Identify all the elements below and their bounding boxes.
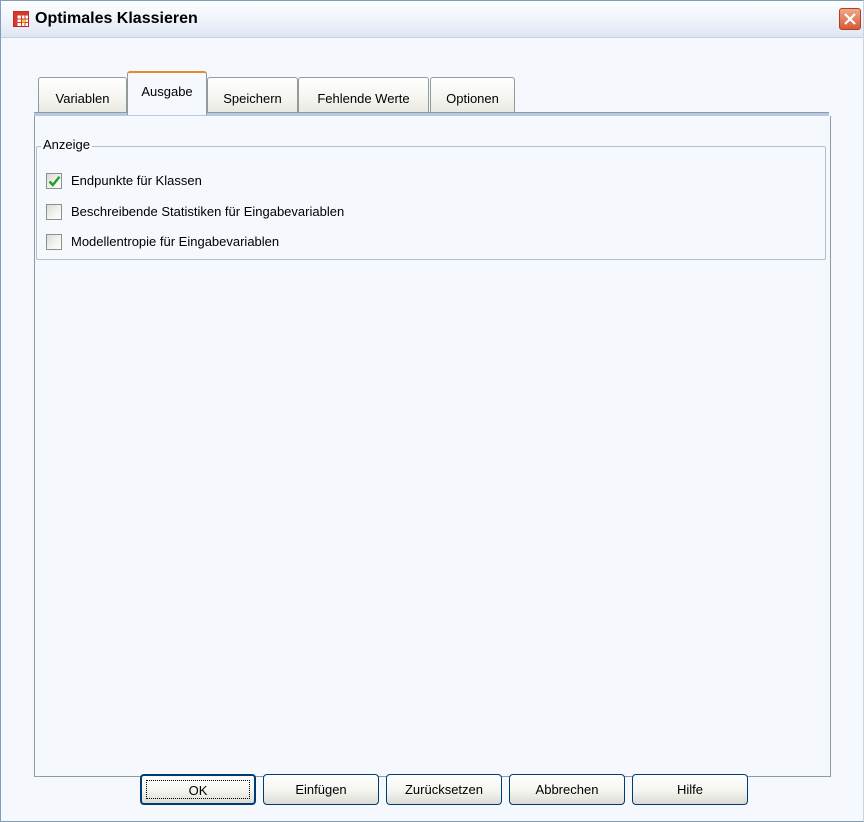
tab-optionen[interactable]: Optionen xyxy=(430,77,515,114)
focus-rectangle xyxy=(146,780,250,799)
ok-button[interactable]: OK xyxy=(140,774,256,805)
paste-button[interactable]: Einfügen xyxy=(263,774,379,805)
dialog-window: Optimales Klassieren Variablen Ausgabe S… xyxy=(0,0,864,822)
checkbox-box[interactable] xyxy=(46,204,62,220)
display-group-legend: Anzeige xyxy=(41,137,92,152)
checkbox-descriptive-stats-label: Beschreibende Statistiken für Eingabevar… xyxy=(71,204,345,219)
checkbox-model-entropy-label: Modellentropie für Eingabevariablen xyxy=(71,234,280,249)
checkmark-icon xyxy=(48,176,61,187)
tab-strip: Variablen Ausgabe Speichern Fehlende Wer… xyxy=(34,71,829,115)
window-title: Optimales Klassieren xyxy=(35,10,198,27)
tab-fehlende-werte[interactable]: Fehlende Werte xyxy=(298,77,429,114)
close-icon xyxy=(844,13,856,25)
cancel-button[interactable]: Abbrechen xyxy=(509,774,625,805)
reset-button[interactable]: Zurücksetzen xyxy=(386,774,502,805)
tab-variablen[interactable]: Variablen xyxy=(38,77,127,114)
paste-button-label: Einfügen xyxy=(295,782,347,797)
checkbox-endpoints-label: Endpunkte für Klassen xyxy=(71,173,202,188)
title-bar[interactable]: Optimales Klassieren xyxy=(1,1,863,38)
checkbox-box[interactable] xyxy=(46,173,62,189)
spss-data-table-icon xyxy=(13,11,29,27)
close-button[interactable] xyxy=(839,8,861,30)
help-button[interactable]: Hilfe xyxy=(632,774,748,805)
reset-button-label: Zurücksetzen xyxy=(404,782,484,797)
cancel-button-label: Abbrechen xyxy=(535,782,599,797)
tab-speichern[interactable]: Speichern xyxy=(207,77,298,114)
checkbox-box[interactable] xyxy=(46,234,62,250)
tab-ausgabe[interactable]: Ausgabe xyxy=(127,71,207,115)
help-button-label: Hilfe xyxy=(676,782,703,797)
